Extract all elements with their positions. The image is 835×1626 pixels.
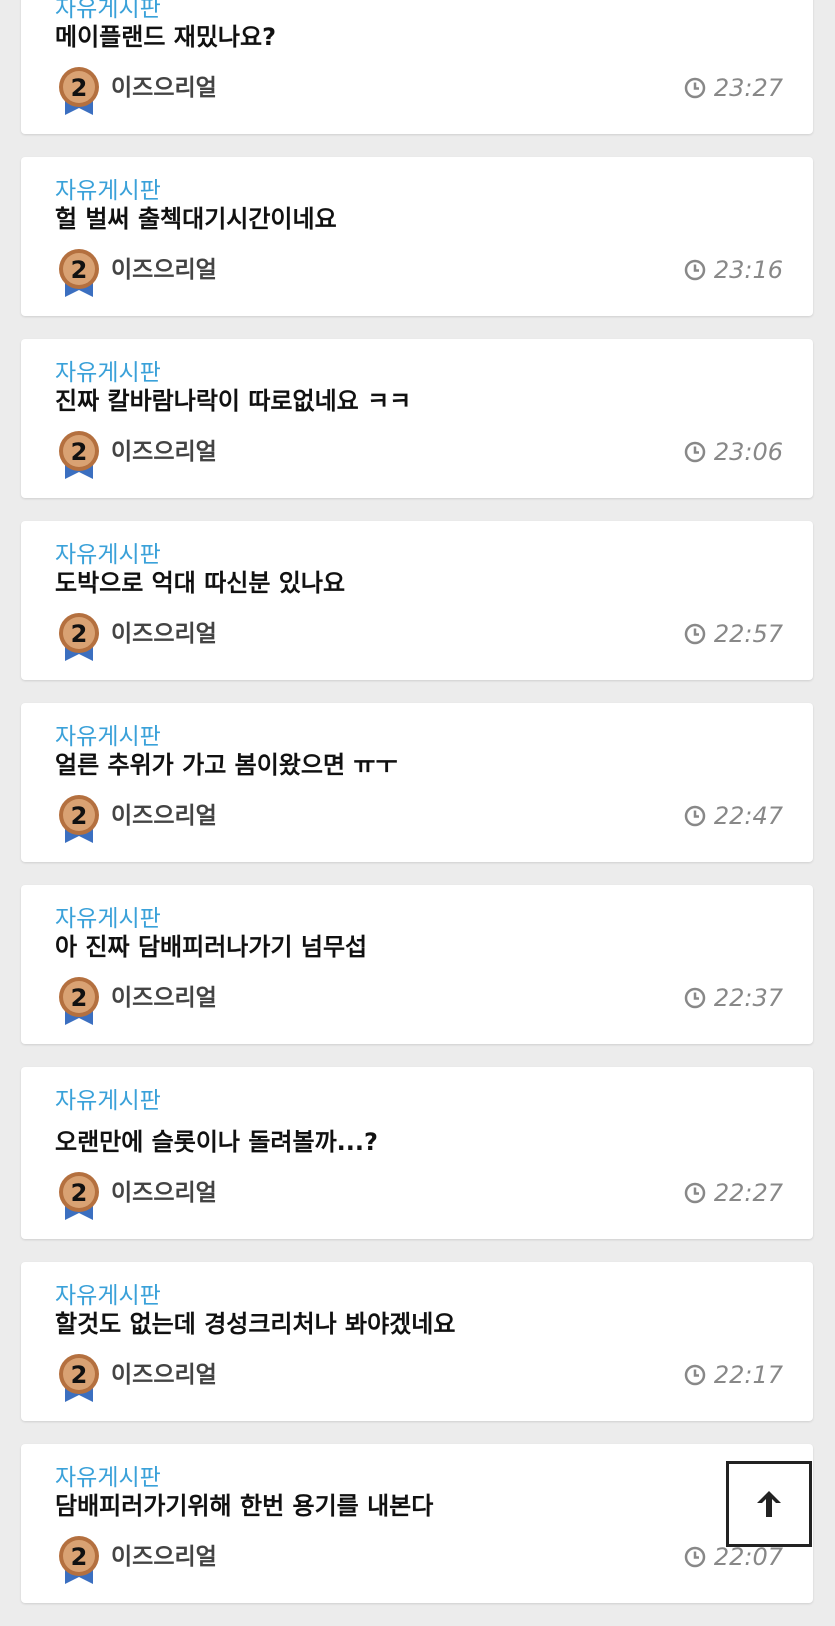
- author-name[interactable]: 이즈으리얼: [111, 984, 217, 1012]
- level-medal-icon: 2: [59, 795, 99, 843]
- post-title[interactable]: 메이플랜드 재밌나요?: [55, 22, 276, 52]
- post-title[interactable]: 아 진짜 담배피러나가기 넘무섭: [55, 932, 367, 962]
- clock-icon: [684, 987, 706, 1009]
- level-medal-icon: 2: [59, 249, 99, 297]
- level-number: 2: [71, 984, 88, 1012]
- post-title[interactable]: 얼른 추위가 가고 봄이왔으면 ㅠㅜ: [55, 750, 398, 780]
- level-number: 2: [71, 620, 88, 648]
- post-title[interactable]: 도박으로 억대 따신분 있나요: [55, 568, 345, 598]
- post-card[interactable]: 자유게시판 담배피러가기위해 한번 용기를 내본다 2 이즈으리얼 22:07: [21, 1444, 813, 1603]
- level-number: 2: [71, 1179, 88, 1207]
- level-medal-icon: 2: [59, 1536, 99, 1584]
- post-title[interactable]: 오랜만에 슬롯이나 돌려볼까...?: [55, 1127, 378, 1157]
- post-title[interactable]: 진짜 칼바람나락이 따로없네요 ㅋㅋ: [55, 386, 411, 416]
- post-card[interactable]: 자유게시판 얼른 추위가 가고 봄이왔으면 ㅠㅜ 2 이즈으리얼 22:47: [21, 703, 813, 862]
- post-card[interactable]: 자유게시판 도박으로 억대 따신분 있나요 2 이즈으리얼 22:57: [21, 521, 813, 680]
- time-text: 23:06: [713, 438, 783, 466]
- level-number: 2: [71, 802, 88, 830]
- time-text: 22:37: [713, 984, 783, 1012]
- author-name[interactable]: 이즈으리얼: [111, 1179, 217, 1207]
- post-card[interactable]: 자유게시판 아 진짜 담배피러나가기 넘무섭 2 이즈으리얼 22:37: [21, 885, 813, 1044]
- post-time: 23:16: [684, 256, 783, 284]
- board-name[interactable]: 자유게시판: [55, 1087, 161, 1115]
- board-name[interactable]: 자유게시판: [55, 905, 161, 933]
- time-text: 22:47: [713, 802, 783, 830]
- clock-icon: [684, 1182, 706, 1204]
- board-name[interactable]: 자유게시판: [55, 359, 161, 387]
- board-name[interactable]: 자유게시판: [55, 541, 161, 569]
- clock-icon: [684, 805, 706, 827]
- post-meta: 2 이즈으리얼 22:17: [57, 1350, 783, 1402]
- post-card[interactable]: 자유게시판 할것도 없는데 경성크리처나 봐야겠네요 2 이즈으리얼 22:17: [21, 1262, 813, 1421]
- clock-icon: [684, 1364, 706, 1386]
- post-meta: 2 이즈으리얼 22:07: [57, 1532, 783, 1584]
- clock-icon: [684, 77, 706, 99]
- post-time: 22:17: [684, 1361, 783, 1389]
- author-name[interactable]: 이즈으리얼: [111, 74, 217, 102]
- board-name[interactable]: 자유게시판: [55, 1282, 161, 1310]
- post-time: 23:06: [684, 438, 783, 466]
- author-name[interactable]: 이즈으리얼: [111, 620, 217, 648]
- post-card[interactable]: 자유게시판 헐 벌써 출첵대기시간이네요 2 이즈으리얼 23:16: [21, 157, 813, 316]
- level-medal-icon: 2: [59, 613, 99, 661]
- time-text: 22:27: [713, 1179, 783, 1207]
- post-time: 22:47: [684, 802, 783, 830]
- level-medal-icon: 2: [59, 67, 99, 115]
- post-meta: 2 이즈으리얼 23:16: [57, 245, 783, 297]
- post-meta: 2 이즈으리얼 22:27: [57, 1168, 783, 1220]
- time-text: 22:17: [713, 1361, 783, 1389]
- level-medal-icon: 2: [59, 1354, 99, 1402]
- author-name[interactable]: 이즈으리얼: [111, 1361, 217, 1389]
- post-time: 23:27: [684, 74, 783, 102]
- clock-icon: [684, 1546, 706, 1568]
- post-feed: 자유게시판 메이플랜드 재밌나요? 2 이즈으리얼 23:27 자유게시판 헐 …: [21, 0, 813, 1626]
- time-text: 23:27: [713, 74, 783, 102]
- post-meta: 2 이즈으리얼 22:47: [57, 791, 783, 843]
- post-meta: 2 이즈으리얼 23:06: [57, 427, 783, 479]
- post-card[interactable]: 자유게시판 오랜만에 슬롯이나 돌려볼까...? 2 이즈으리얼 22:27: [21, 1067, 813, 1239]
- arrow-up-icon: [757, 1491, 781, 1517]
- level-medal-icon: 2: [59, 977, 99, 1025]
- author-name[interactable]: 이즈으리얼: [111, 256, 217, 284]
- author-name[interactable]: 이즈으리얼: [111, 438, 217, 466]
- time-text: 23:16: [713, 256, 783, 284]
- post-title[interactable]: 담배피러가기위해 한번 용기를 내본다: [55, 1491, 433, 1521]
- level-number: 2: [71, 256, 88, 284]
- clock-icon: [684, 623, 706, 645]
- post-meta: 2 이즈으리얼 22:37: [57, 973, 783, 1025]
- time-text: 22:57: [713, 620, 783, 648]
- board-name[interactable]: 자유게시판: [55, 723, 161, 751]
- level-number: 2: [71, 1361, 88, 1389]
- post-time: 22:37: [684, 984, 783, 1012]
- scroll-to-top-button[interactable]: [726, 1461, 812, 1547]
- board-name[interactable]: 자유게시판: [55, 1464, 161, 1492]
- post-title[interactable]: 헐 벌써 출첵대기시간이네요: [55, 204, 337, 234]
- post-meta: 2 이즈으리얼 23:27: [57, 63, 783, 115]
- post-meta: 2 이즈으리얼 22:57: [57, 609, 783, 661]
- level-number: 2: [71, 74, 88, 102]
- level-medal-icon: 2: [59, 431, 99, 479]
- post-card[interactable]: 자유게시판 메이플랜드 재밌나요? 2 이즈으리얼 23:27: [21, 0, 813, 134]
- board-name[interactable]: 자유게시판: [55, 0, 161, 23]
- post-time: 22:57: [684, 620, 783, 648]
- clock-icon: [684, 441, 706, 463]
- post-card[interactable]: 자유게시판 진짜 칼바람나락이 따로없네요 ㅋㅋ 2 이즈으리얼 23:06: [21, 339, 813, 498]
- board-name[interactable]: 자유게시판: [55, 177, 161, 205]
- level-medal-icon: 2: [59, 1172, 99, 1220]
- level-number: 2: [71, 438, 88, 466]
- post-title[interactable]: 할것도 없는데 경성크리처나 봐야겠네요: [55, 1309, 455, 1339]
- post-time: 22:27: [684, 1179, 783, 1207]
- author-name[interactable]: 이즈으리얼: [111, 802, 217, 830]
- clock-icon: [684, 259, 706, 281]
